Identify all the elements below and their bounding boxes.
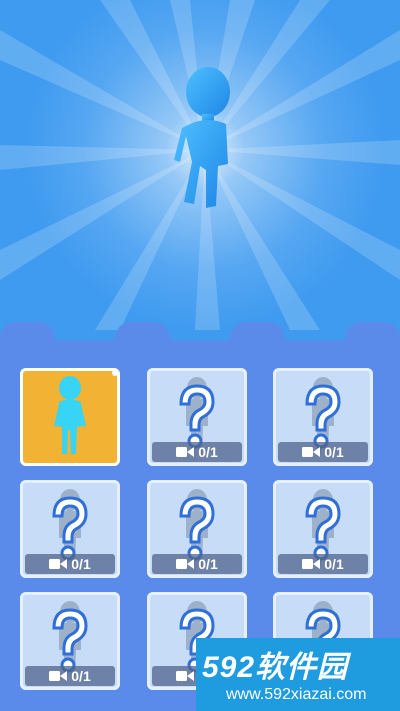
skin-cell-locked[interactable]: 0/1 (20, 480, 120, 578)
watermark-logo: 592软件园 www.592xiazai.com (196, 638, 400, 711)
watermark-brand: 592软件园 (202, 651, 349, 684)
ad-progress-badge[interactable]: 0/1 (152, 442, 242, 462)
progress-label: 0/1 (71, 668, 91, 684)
video-camera-icon (176, 447, 195, 457)
skin-cell-locked[interactable]: 0/1 (273, 368, 373, 466)
video-camera-icon (302, 559, 321, 569)
skin-character-icon (54, 376, 86, 454)
progress-label: 0/1 (324, 444, 344, 460)
watermark-url: www.592xiazai.com (226, 686, 367, 703)
blue-stickman-character-icon (174, 67, 230, 208)
video-camera-icon (302, 447, 321, 457)
progress-label: 0/1 (71, 556, 91, 572)
skin-cell-locked[interactable]: 0/1 (147, 368, 247, 466)
ad-progress-badge[interactable]: 0/1 (278, 442, 368, 462)
video-camera-icon (176, 559, 195, 569)
selected-indicator-icon (112, 370, 118, 376)
ad-progress-badge[interactable]: 0/1 (25, 666, 115, 686)
ad-progress-badge[interactable]: 0/1 (152, 554, 242, 574)
skin-cell-locked[interactable]: 0/1 (147, 480, 247, 578)
ad-progress-badge[interactable]: 0/1 (25, 554, 115, 574)
progress-label: 0/1 (324, 556, 344, 572)
progress-label: 0/1 (198, 556, 218, 572)
skin-cell-locked[interactable]: 0/1 (273, 480, 373, 578)
video-camera-icon (176, 671, 195, 681)
video-camera-icon (49, 671, 68, 681)
skin-cell-locked[interactable]: 0/1 (20, 592, 120, 690)
progress-label: 0/1 (198, 444, 218, 460)
skin-cell-selected[interactable] (20, 368, 120, 466)
video-camera-icon (49, 559, 68, 569)
ad-progress-badge[interactable]: 0/1 (278, 554, 368, 574)
